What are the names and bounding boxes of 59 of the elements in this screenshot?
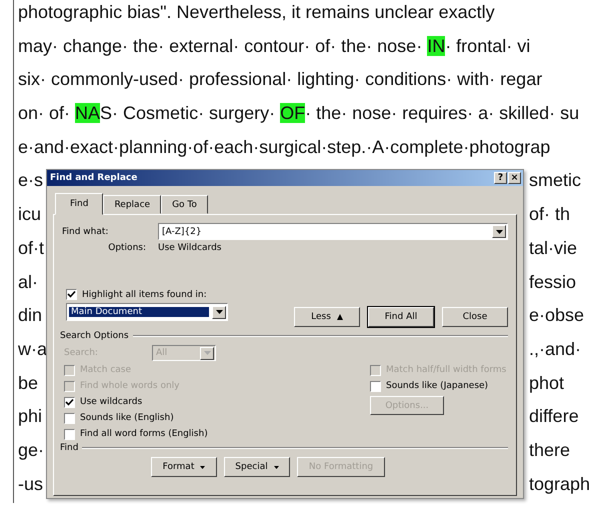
checkbox-label: Sounds like (English): [80, 413, 174, 423]
dropdown-arrow-icon: [200, 466, 206, 468]
document-text-fragment: ge·: [18, 438, 44, 462]
options-label: Options:: [107, 243, 147, 253]
dropdown-arrow-icon: [216, 310, 222, 314]
checkbox[interactable]: [64, 412, 75, 424]
dialog-button[interactable]: Find All: [368, 307, 434, 327]
checkbox-label: Highlight all items found in:: [82, 290, 207, 300]
dialog-button[interactable]: Format: [151, 457, 217, 477]
document-text-fragment: e·s: [18, 169, 44, 192]
document-line: may· change· the· external· contour· of· the· nose· IN· frontal· vi: [18, 34, 532, 58]
tab[interactable]: Replace: [103, 195, 162, 214]
checkbox-label: Find all word forms (English): [80, 429, 208, 439]
document-text-fragment: phi: [18, 405, 42, 428]
document-text-fragment: there: [529, 438, 572, 462]
document-text-fragment: din: [18, 304, 42, 328]
dropdown-arrow-icon: [496, 230, 502, 234]
document-line: six· commonly-used· professional· lighting· conditions· with· regar: [18, 68, 544, 92]
close-button[interactable]: ×: [508, 172, 521, 184]
checkbox-label: Sounds like (Japanese): [386, 381, 488, 391]
checkbox[interactable]: [370, 380, 381, 392]
document-text-fragment: tal·vie: [529, 236, 578, 260]
document-text-fragment: icu: [18, 203, 42, 226]
dropdown-arrow-icon: [204, 351, 210, 355]
field-label: Find what:: [62, 226, 110, 236]
document-text-fragment: be: [18, 372, 38, 395]
document-text-fragment: e·obse: [529, 304, 586, 328]
tab[interactable]: Find: [55, 193, 104, 215]
document-line: photographic bias". Nevertheless, it remains unclear exactly: [18, 1, 496, 24]
checkbox-label: Use wildcards: [80, 397, 142, 407]
document-text-fragment: tograph: [529, 472, 589, 496]
dialog-button[interactable]: Special: [224, 457, 290, 477]
less-button[interactable]: Less: [294, 307, 360, 327]
dialog-button[interactable]: Close: [442, 307, 508, 327]
checkbox[interactable]: [64, 428, 75, 440]
document-text-fragment: differe: [529, 405, 580, 428]
scope-dropdown[interactable]: Main Document: [66, 303, 228, 321]
document-text-fragment: al·: [18, 270, 38, 294]
section-title: Find: [60, 443, 78, 453]
section-title: Search Options: [60, 331, 129, 341]
document-text-fragment: -us: [18, 472, 44, 496]
options-value: Use Wildcards: [158, 243, 222, 253]
up-arrow-icon: [336, 314, 343, 320]
document-line: e·and·exact·planning·of·each·surgical·step.·A·complete·photograp: [18, 136, 552, 159]
document-text-fragment: smetic: [529, 169, 582, 192]
tab[interactable]: Go To: [161, 195, 208, 214]
window-title: Find and Replace: [50, 173, 138, 183]
checkbox[interactable]: [66, 289, 77, 300]
find-what-field[interactable]: [A-Z]{2}: [158, 223, 508, 240]
checkbox[interactable]: [64, 396, 75, 408]
document-line: on· of· NAS· Cosmetic· surgery· OF· the· nose· requires· a· skilled· su: [18, 102, 580, 126]
document-text-fragment: of·t: [18, 236, 44, 260]
document-text-fragment: phot: [529, 372, 566, 395]
dropdown-arrow-icon: [274, 466, 279, 468]
document-text-fragment: of· th: [529, 203, 572, 226]
document-text-fragment: fessio: [529, 270, 578, 294]
help-button[interactable]: ?: [494, 172, 507, 184]
document-text-fragment: .,·and·: [529, 338, 582, 361]
document-text-fragment: w·a: [18, 338, 48, 361]
